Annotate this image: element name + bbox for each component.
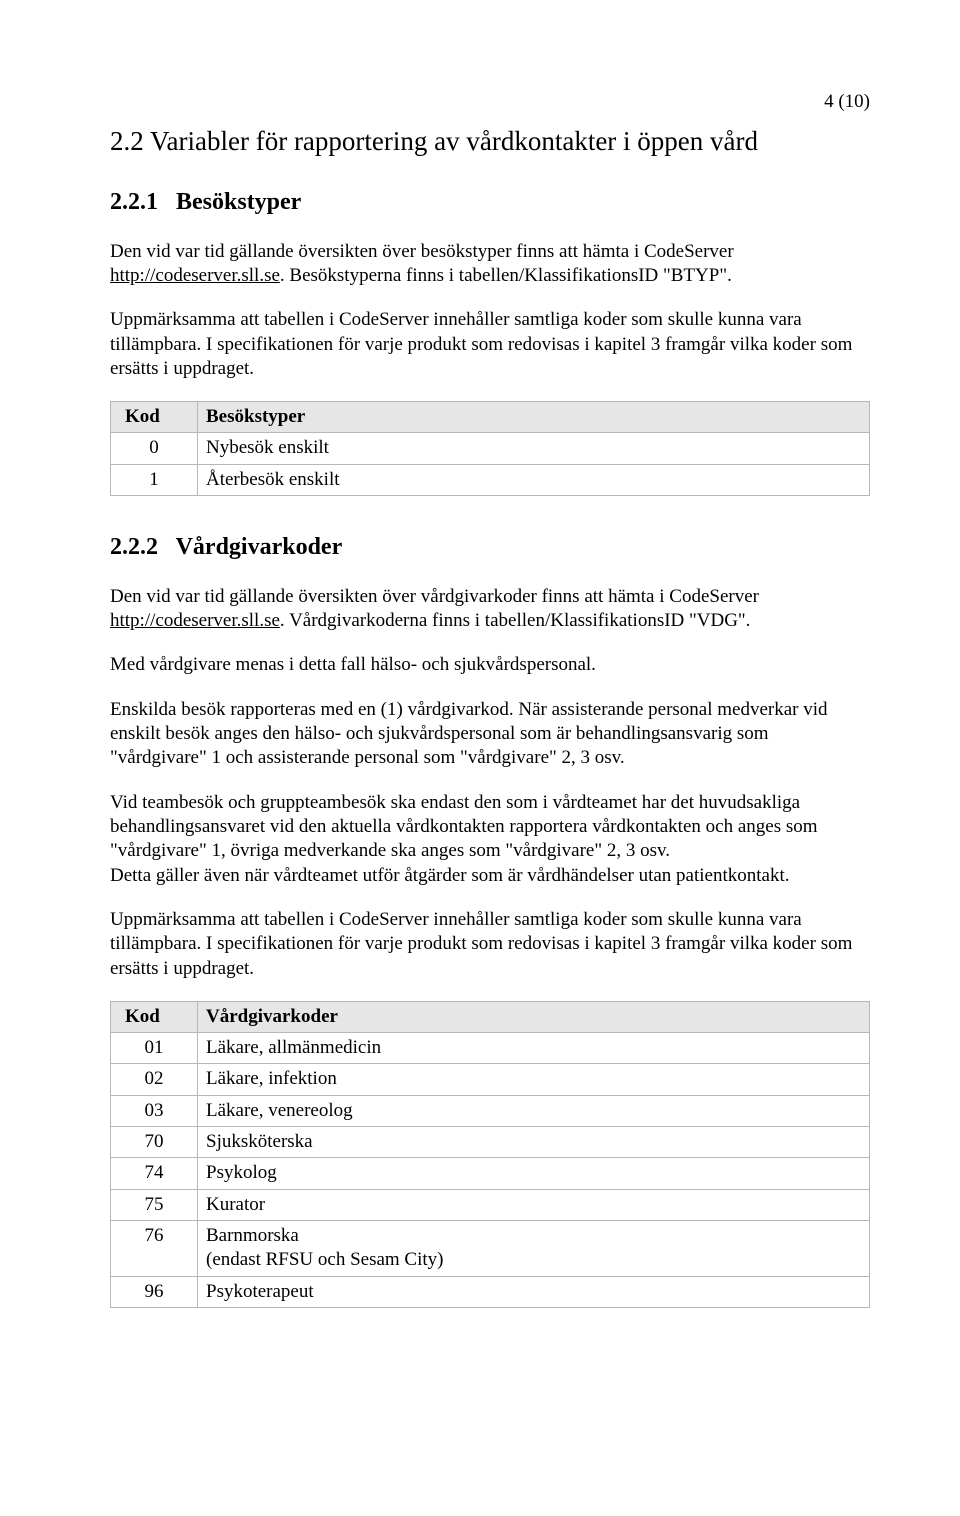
col-header-kod: Kod <box>111 402 198 433</box>
paragraph: Detta gäller även när vårdteamet utför å… <box>110 864 870 888</box>
table-row: 1 Återbesök enskilt <box>111 464 870 495</box>
heading-title: Vårdgivarkoder <box>176 534 343 560</box>
table-row: 0 Nybesök enskilt <box>111 433 870 464</box>
cell-kod: 01 <box>111 1033 198 1064</box>
table-header-row: Kod Besökstyper <box>111 402 870 433</box>
heading-2-2-1: 2.2.1 Besökstyper <box>110 187 870 218</box>
cell-text: Återbesök enskilt <box>198 464 870 495</box>
paragraph: Den vid var tid gällande översikten över… <box>110 585 870 634</box>
table-row: 02 Läkare, infektion <box>111 1064 870 1095</box>
table-row: 01 Läkare, allmänmedicin <box>111 1033 870 1064</box>
codeserver-link[interactable]: http://codeserver.sll.se <box>110 265 280 286</box>
col-header-label: Vårdgivarkoder <box>198 1001 870 1032</box>
cell-kod: 74 <box>111 1158 198 1189</box>
cell-text: Nybesök enskilt <box>198 433 870 464</box>
table-header-row: Kod Vårdgivarkoder <box>111 1001 870 1032</box>
paragraph: Vid teambesök och gruppteambesök ska end… <box>110 791 870 864</box>
cell-kod: 76 <box>111 1221 198 1277</box>
table-row: 74 Psykolog <box>111 1158 870 1189</box>
paragraph: Uppmärksamma att tabellen i CodeServer i… <box>110 908 870 981</box>
table-row: 96 Psykoterapeut <box>111 1276 870 1307</box>
heading-2-2-2: 2.2.2 Vårdgivarkoder <box>110 532 870 563</box>
heading-title: Besökstyper <box>176 189 301 215</box>
paragraph: Uppmärksamma att tabellen i CodeServer i… <box>110 308 870 381</box>
cell-text: Psykolog <box>198 1158 870 1189</box>
cell-kod: 0 <box>111 433 198 464</box>
table-row: 75 Kurator <box>111 1189 870 1220</box>
table-row: 70 Sjuksköterska <box>111 1127 870 1158</box>
cell-kod: 1 <box>111 464 198 495</box>
paragraph: Den vid var tid gällande översikten över… <box>110 240 870 289</box>
heading-number: 2.2.2 <box>110 532 170 563</box>
cell-text: Barnmorska (endast RFSU och Sesam City) <box>198 1221 870 1277</box>
cell-text: Läkare, infektion <box>198 1064 870 1095</box>
table-row: 76 Barnmorska (endast RFSU och Sesam Cit… <box>111 1221 870 1277</box>
paragraph: Enskilda besök rapporteras med en (1) vå… <box>110 698 870 771</box>
cell-kod: 02 <box>111 1064 198 1095</box>
cell-kod: 75 <box>111 1189 198 1220</box>
col-header-kod: Kod <box>111 1001 198 1032</box>
cell-text: Läkare, allmänmedicin <box>198 1033 870 1064</box>
codeserver-link[interactable]: http://codeserver.sll.se <box>110 610 280 631</box>
cell-kod: 03 <box>111 1095 198 1126</box>
heading-2-2: 2.2 Variabler för rapportering av vårdko… <box>110 124 870 159</box>
page-number: 4 (10) <box>110 90 870 114</box>
text: Den vid var tid gällande översikten över… <box>110 241 734 262</box>
table-besokstyper: Kod Besökstyper 0 Nybesök enskilt 1 Åter… <box>110 401 870 496</box>
cell-text: Läkare, venereolog <box>198 1095 870 1126</box>
text: . Besökstyperna finns i tabellen/Klassif… <box>280 265 732 286</box>
cell-text: Sjuksköterska <box>198 1127 870 1158</box>
text: . Vårdgivarkoderna finns i tabellen/Klas… <box>280 610 751 631</box>
cell-kod: 96 <box>111 1276 198 1307</box>
col-header-label: Besökstyper <box>198 402 870 433</box>
cell-kod: 70 <box>111 1127 198 1158</box>
table-vardgivarkoder: Kod Vårdgivarkoder 01 Läkare, allmänmedi… <box>110 1001 870 1308</box>
cell-text: Kurator <box>198 1189 870 1220</box>
heading-number: 2.2.1 <box>110 187 170 218</box>
table-row: 03 Läkare, venereolog <box>111 1095 870 1126</box>
cell-text-sub: (endast RFSU och Sesam City) <box>206 1249 444 1270</box>
cell-text-main: Barnmorska <box>206 1225 299 1246</box>
text: Den vid var tid gällande översikten över… <box>110 586 759 607</box>
paragraph: Med vårdgivare menas i detta fall hälso-… <box>110 653 870 677</box>
cell-text: Psykoterapeut <box>198 1276 870 1307</box>
